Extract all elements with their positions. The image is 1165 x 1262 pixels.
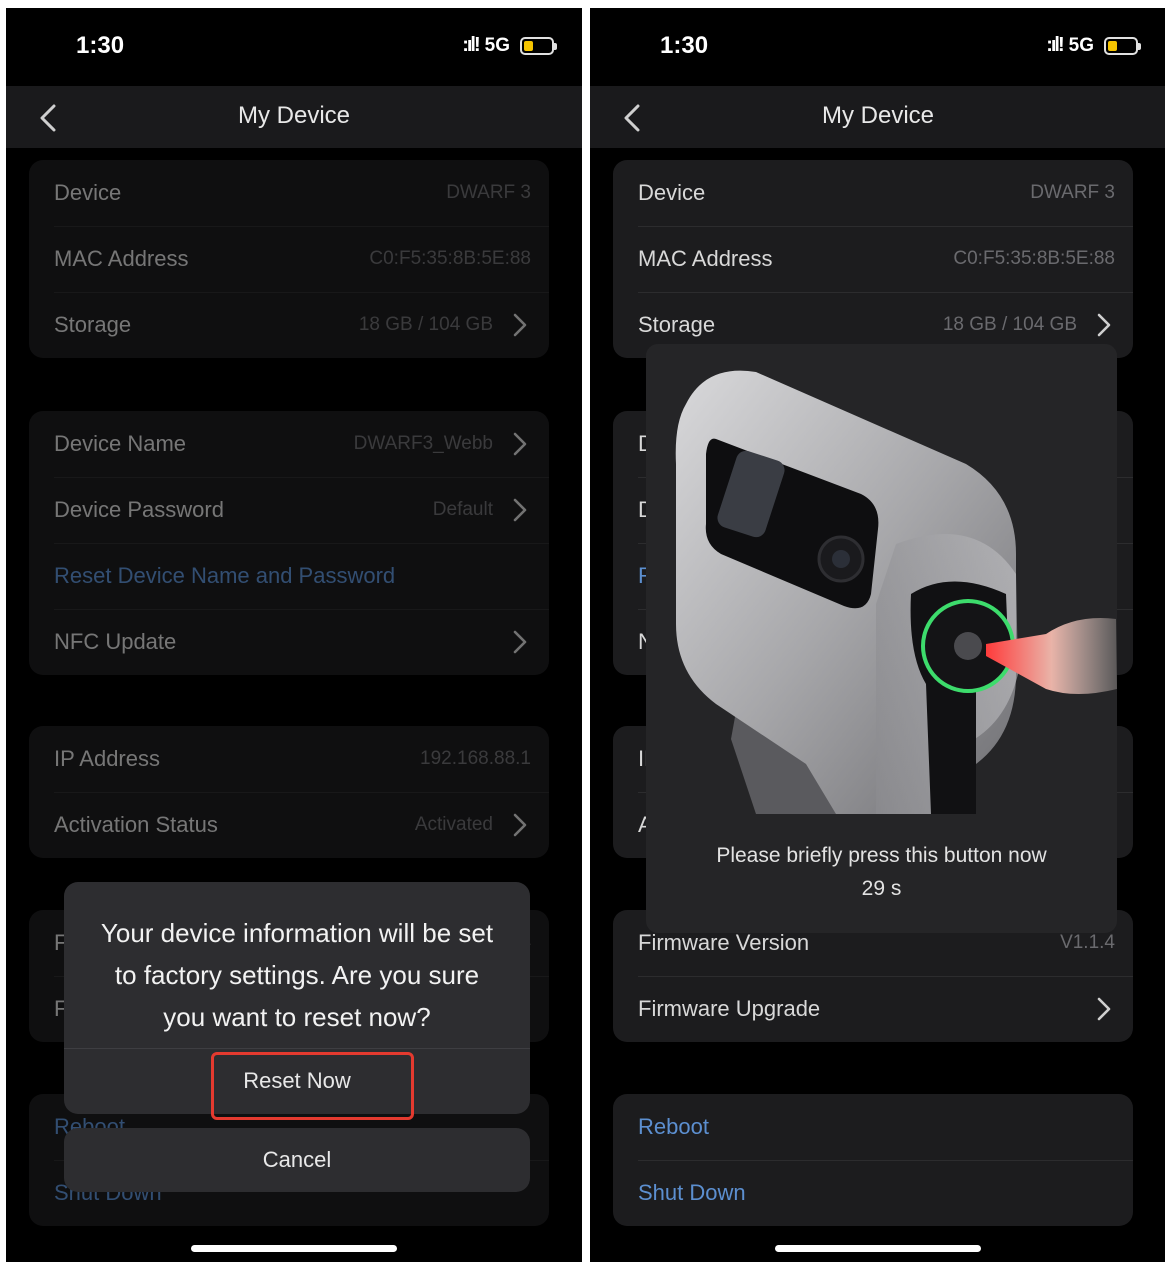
power-card: Reboot Shut Down <box>613 1094 1133 1226</box>
battery-icon <box>1104 36 1141 55</box>
storage-value: 18 GB / 104 GB <box>942 314 1077 335</box>
shutdown-button[interactable]: Shut Down <box>638 1180 1115 1206</box>
navigation-bar: My Device <box>6 86 582 148</box>
status-bar: 1:30 :ıl! 5G <box>590 8 1165 86</box>
status-indicators: :ıl! 5G <box>462 34 557 57</box>
press-button-dialog: Please briefly press this button now 29 … <box>646 344 1117 933</box>
phone-screen-reset-confirm: 1:30 :ıl! 5G My Device Device DWARF 3 MA… <box>6 8 582 1262</box>
chevron-right-icon <box>1097 997 1111 1021</box>
signal-icon: :ıl! <box>462 34 480 56</box>
home-indicator[interactable] <box>775 1245 981 1252</box>
reset-confirm-message: Your device information will be set to f… <box>100 918 494 1032</box>
device-value: DWARF 3 <box>1030 182 1115 203</box>
signal-icon: :ıl! <box>1046 34 1064 56</box>
device-row: Device DWARF 3 <box>613 160 1133 226</box>
status-time: 1:30 <box>660 32 709 59</box>
press-button-message: Please briefly press this button now <box>716 844 1047 867</box>
cancel-button[interactable]: Cancel <box>64 1128 530 1192</box>
device-label: Device <box>638 180 706 205</box>
firmware-upgrade-label: Firmware Upgrade <box>638 996 821 1021</box>
annotation-highlight-box <box>211 1052 414 1120</box>
home-indicator[interactable] <box>191 1245 397 1252</box>
page-title: My Device <box>821 102 935 129</box>
storage-label: Storage <box>638 312 716 337</box>
device-info-card: Device DWARF 3 MAC Address C0:F5:35:8B:5… <box>613 160 1133 358</box>
countdown-timer: 29 s <box>861 877 902 900</box>
chevron-right-icon <box>1097 313 1111 337</box>
mac-address-label: MAC Address <box>638 246 773 271</box>
page-title: My Device <box>237 102 351 129</box>
reboot-row[interactable]: Reboot <box>613 1094 1133 1160</box>
reboot-button[interactable]: Reboot <box>638 1114 1115 1140</box>
firmware-version-label: Firmware Version <box>638 930 810 955</box>
device-button-illustration <box>646 344 1117 819</box>
status-time: 1:30 <box>76 32 125 59</box>
mac-address-row: MAC Address C0:F5:35:8B:5E:88 <box>613 226 1133 292</box>
phone-screen-press-button: 1:30 :ıl! 5G My Device Device DWARF 3 MA… <box>590 8 1165 1262</box>
battery-icon <box>520 36 557 55</box>
status-indicators: :ıl! 5G <box>1046 34 1141 57</box>
firmware-version-value: V1.1.4 <box>1060 932 1115 953</box>
navigation-bar: My Device <box>590 86 1165 148</box>
firmware-upgrade-row[interactable]: Firmware Upgrade <box>613 976 1133 1042</box>
status-bar: 1:30 :ıl! 5G <box>6 8 582 86</box>
network-label: 5G <box>484 34 510 56</box>
shutdown-row[interactable]: Shut Down <box>613 1160 1133 1226</box>
mac-address-value: C0:F5:35:8B:5E:88 <box>953 248 1115 269</box>
network-label: 5G <box>1068 34 1094 56</box>
